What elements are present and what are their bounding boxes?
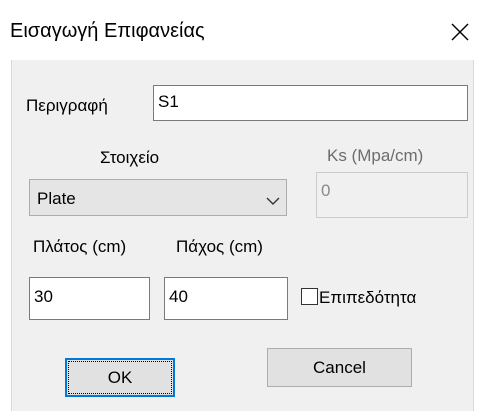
window-frame-left-edge xyxy=(11,60,12,411)
width-label: Πλάτος (cm) xyxy=(33,237,127,256)
cancel-button-label: Cancel xyxy=(313,357,366,377)
chevron-down-icon xyxy=(266,191,280,211)
element-select-value: Plate xyxy=(37,189,76,208)
surface-input-dialog: Εισαγωγή Επιφανείας Περιγραφή S1 Στοιχεί… xyxy=(0,0,485,411)
ks-input[interactable]: 0 xyxy=(316,172,468,218)
title-bar: Εισαγωγή Επιφανείας xyxy=(0,0,485,60)
width-input[interactable]: 30 xyxy=(29,277,150,320)
thickness-label: Πάχος (cm) xyxy=(176,237,263,256)
thickness-input[interactable]: 40 xyxy=(164,277,288,320)
close-icon xyxy=(451,23,469,41)
window-frame-right-edge xyxy=(473,60,474,411)
ok-button-label: OK xyxy=(107,367,133,387)
cancel-button[interactable]: Cancel xyxy=(267,348,412,387)
element-select[interactable]: Plate xyxy=(29,179,287,216)
ok-button[interactable]: OK xyxy=(65,358,175,397)
description-input[interactable]: S1 xyxy=(153,85,468,121)
planarity-label[interactable]: Επιπεδότητα xyxy=(319,288,416,308)
ks-label: Ks (Mpa/cm) xyxy=(327,146,424,165)
element-label: Στοιχείο xyxy=(100,148,160,167)
planarity-checkbox[interactable] xyxy=(301,288,318,305)
window-title: Εισαγωγή Επιφανείας xyxy=(10,20,205,42)
window-frame-right xyxy=(473,60,485,411)
description-label: Περιγραφή xyxy=(26,96,108,115)
close-button[interactable] xyxy=(437,10,483,54)
